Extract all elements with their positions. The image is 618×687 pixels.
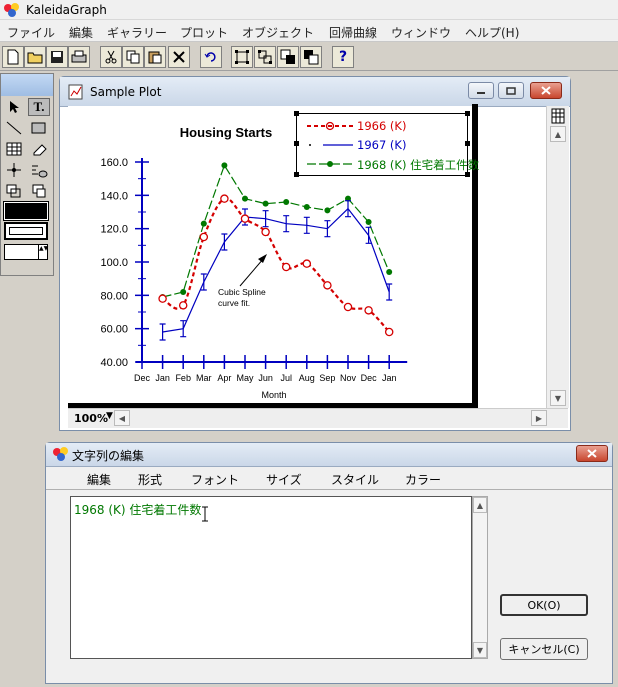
dialog-app-icon	[53, 447, 68, 461]
y-tick-label: 80.00	[100, 290, 128, 302]
legend-line-1968	[307, 161, 353, 167]
x-tick-label: Aug	[299, 373, 315, 383]
series-1966-point	[199, 232, 209, 242]
x-tick-label: Jul	[280, 373, 292, 383]
scroll-down-arrow[interactable]: ▼	[550, 390, 566, 406]
plot-vertical-scrollbar[interactable]: ▲ ▼	[546, 106, 569, 408]
cancel-button[interactable]: キャンセル(C)	[500, 638, 588, 660]
series-1966-point	[158, 294, 167, 303]
y-tick-label: 120.0	[100, 224, 128, 236]
chart-legend[interactable]: 1966 (K) 1967 (K) 1968 (K) 住宅着工件数	[296, 113, 479, 176]
series-1968-point	[324, 207, 331, 214]
ibeam-cursor-icon	[202, 506, 208, 522]
series-1968-point	[200, 220, 207, 227]
series-1966-point	[384, 327, 394, 337]
y-tick-label: 100.0	[100, 257, 128, 269]
selection-handle[interactable]	[294, 111, 299, 116]
y-tick-label: 40.00	[100, 357, 128, 369]
scroll-up-arrow[interactable]: ▲	[550, 126, 566, 142]
dialog-menu-size[interactable]: サイズ	[266, 471, 302, 488]
y-tick-label: 140.0	[100, 190, 128, 202]
series-1968-point	[303, 204, 310, 210]
legend-label-1968: 1968 (K) 住宅着工件数	[357, 158, 480, 172]
textarea-scroll-up[interactable]: ▲	[473, 497, 487, 513]
legend-line-1966	[307, 121, 353, 131]
x-tick-label: Dec	[361, 373, 378, 383]
series-1966-point	[178, 301, 188, 310]
textarea-scrollbar[interactable]: ▲ ▼	[472, 496, 488, 659]
x-tick-label: Mar	[196, 373, 212, 383]
series-1966-point	[281, 262, 291, 272]
series-1966-point	[364, 306, 373, 315]
dialog-menu-edit[interactable]: 編集	[87, 471, 111, 488]
x-tick-label: May	[236, 373, 254, 383]
y-tick-label: 60.00	[100, 324, 128, 336]
series-1968-point	[242, 195, 248, 202]
zoom-dropdown-icon[interactable]: ▼	[106, 411, 113, 421]
legend-line-1967	[309, 144, 353, 146]
series-1968-point	[283, 199, 290, 205]
string-edit-textarea[interactable]: 1968 (K) 住宅着工件数	[70, 496, 472, 659]
series-1966-point	[240, 214, 250, 223]
close-icon	[587, 449, 597, 458]
string-edit-text: 1968 (K) 住宅着工件数	[74, 503, 202, 517]
plot-frame-edge	[472, 104, 478, 408]
annotation-text: curve fit.	[218, 298, 250, 308]
series-1968-point	[262, 200, 269, 207]
x-tick-label: Jan	[155, 373, 170, 383]
series-1968-point	[386, 269, 393, 275]
chart-title: Housing Starts	[180, 125, 272, 140]
series-1966-point	[261, 227, 270, 237]
x-axis-label: Month	[261, 390, 286, 400]
series-1966-point	[220, 194, 229, 203]
selection-handle[interactable]	[294, 141, 299, 146]
legend-label-1967: 1967 (K)	[357, 138, 407, 152]
selection-handle[interactable]	[465, 111, 470, 116]
series-1966-point	[343, 302, 353, 312]
dialog-titlebar: 文字列の編集	[46, 443, 612, 467]
dialog-menu-style[interactable]: スタイル	[331, 471, 379, 488]
series-1968-point	[221, 162, 228, 169]
selection-handle[interactable]	[294, 172, 299, 177]
scroll-right-arrow[interactable]: ▶	[531, 410, 547, 426]
textarea-scroll-down[interactable]: ▼	[473, 642, 487, 658]
x-tick-label: Apr	[217, 373, 231, 383]
series-1968-point	[180, 289, 187, 295]
dialog-menu-divider	[46, 489, 612, 490]
plot-horizontal-scrollbar[interactable]: 100% ▼ ◀ ▶	[68, 408, 568, 428]
series-1966-point	[323, 281, 332, 290]
dialog-menu-font[interactable]: フォント	[191, 471, 239, 488]
dialog-menu-format[interactable]: 形式	[138, 471, 162, 488]
x-tick-label: Dec	[134, 373, 151, 383]
selection-handle[interactable]	[465, 141, 470, 146]
y-tick-label: 160.0	[100, 157, 128, 169]
x-tick-label: Jun	[258, 373, 273, 383]
scroll-left-arrow[interactable]: ◀	[114, 410, 130, 426]
ok-button[interactable]: OK(O)	[500, 594, 588, 616]
dialog-menu-color[interactable]: カラー	[405, 471, 441, 488]
annotation-text: Cubic Spline	[218, 287, 266, 297]
x-tick-label: Sep	[319, 373, 335, 383]
dialog-title: 文字列の編集	[72, 449, 145, 463]
selection-handle[interactable]	[465, 172, 470, 177]
x-tick-label: Nov	[340, 373, 357, 383]
dialog-close-button[interactable]	[576, 445, 608, 462]
legend-label-1966: 1966 (K)	[357, 119, 407, 133]
x-tick-label: Feb	[175, 373, 191, 383]
series-1968-point	[365, 219, 372, 225]
zoom-level[interactable]: 100%	[74, 412, 108, 425]
page-icon[interactable]	[551, 108, 565, 124]
series-1966-point	[302, 259, 312, 268]
x-tick-label: Jan	[382, 373, 397, 383]
